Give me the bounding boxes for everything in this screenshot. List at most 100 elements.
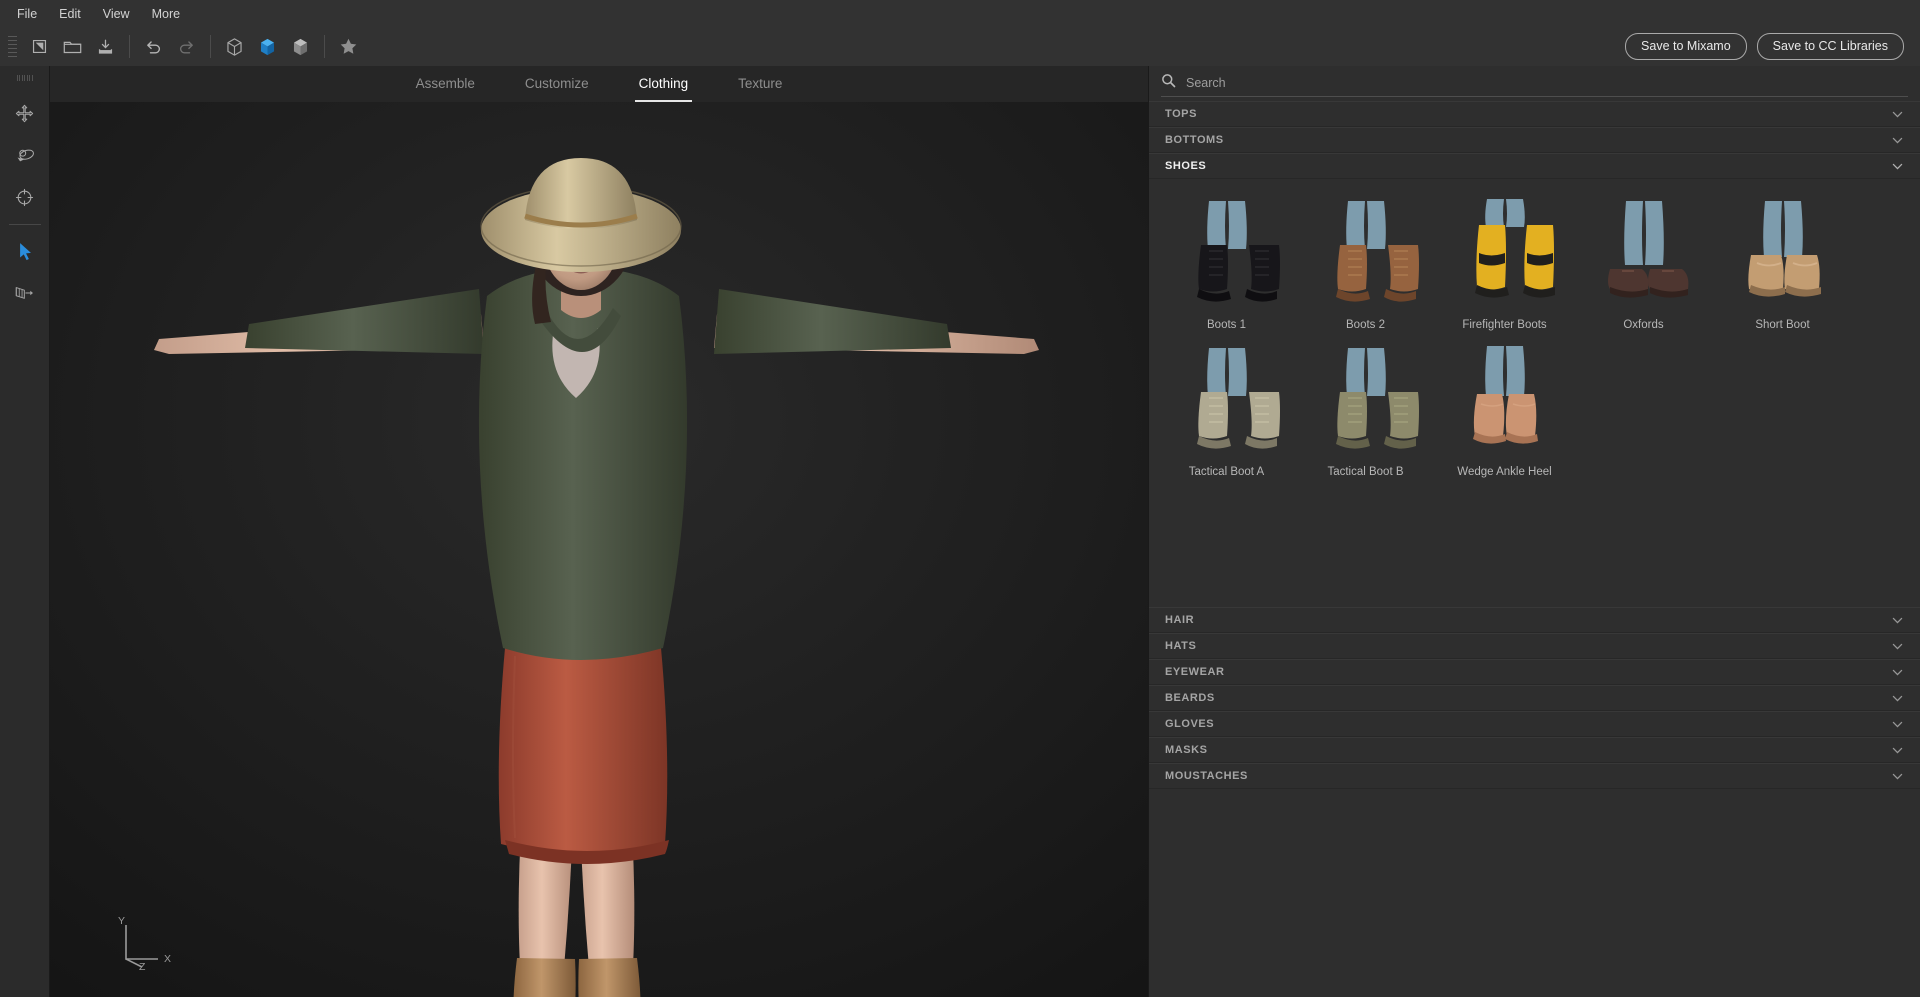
redo-icon[interactable] (170, 32, 203, 62)
shoe-thumbnail (1166, 344, 1288, 452)
shoe-item[interactable]: Firefighter Boots (1435, 193, 1574, 340)
app-body: Assemble Customize Clothing Texture (0, 66, 1920, 997)
section-label-gloves: GLOVES (1165, 718, 1214, 730)
shoe-item[interactable]: Oxfords (1574, 193, 1713, 340)
main-toolbar: Save to Mixamo Save to CC Libraries (0, 27, 1920, 66)
tab-customize[interactable]: Customize (521, 76, 593, 102)
section-label-masks: MASKS (1165, 744, 1207, 756)
section-header-masks[interactable]: MASKS (1149, 737, 1920, 763)
section-body-shoes: Boots 1 Boots 2 (1149, 179, 1920, 607)
section-label-eyewear: EYEWEAR (1165, 666, 1224, 678)
toolbar-separator-2 (210, 35, 211, 58)
tab-texture[interactable]: Texture (734, 76, 786, 102)
grid-filler (1149, 487, 1920, 597)
section-header-hats[interactable]: HATS (1149, 633, 1920, 659)
character-stage[interactable]: Y X Z (50, 102, 1148, 997)
toolbar-drag-handle[interactable] (8, 36, 17, 58)
tab-clothing[interactable]: Clothing (635, 76, 693, 102)
shoe-thumbnail (1722, 197, 1844, 305)
shoe-label: Short Boot (1755, 318, 1809, 332)
section-header-tops[interactable]: TOPS (1149, 101, 1920, 127)
chevron-down-icon (1891, 718, 1904, 731)
asset-panel: TOPS BOTTOMS SHOES (1148, 66, 1920, 997)
shoe-label: Tactical Boot B (1327, 465, 1403, 479)
section-label-tops: TOPS (1165, 108, 1197, 120)
section-header-hair[interactable]: HAIR (1149, 607, 1920, 633)
section-header-shoes[interactable]: SHOES (1149, 153, 1920, 179)
axis-label-x: X (164, 953, 171, 965)
chevron-down-icon (1891, 160, 1904, 173)
asset-sections-scroller[interactable]: TOPS BOTTOMS SHOES (1149, 101, 1920, 997)
search-input[interactable] (1186, 76, 1908, 90)
tab-assemble[interactable]: Assemble (412, 76, 479, 102)
section-label-beards: BEARDS (1165, 692, 1215, 704)
undo-icon[interactable] (137, 32, 170, 62)
axis-label-y: Y (118, 915, 125, 927)
shoe-label: Firefighter Boots (1462, 318, 1546, 332)
chevron-down-icon (1891, 666, 1904, 679)
section-header-eyewear[interactable]: EYEWEAR (1149, 659, 1920, 685)
shoe-label: Oxfords (1623, 318, 1663, 332)
chevron-down-icon (1891, 692, 1904, 705)
shoe-label: Wedge Ankle Heel (1457, 465, 1551, 479)
section-label-shoes: SHOES (1165, 160, 1206, 172)
rail-separator (9, 224, 41, 225)
wireframe-view-icon[interactable] (218, 32, 251, 62)
save-button-group: Save to Mixamo Save to CC Libraries (1625, 27, 1904, 66)
section-label-hats: HATS (1165, 640, 1196, 652)
shoe-item[interactable]: Boots 1 (1157, 193, 1296, 340)
shoe-thumbnail (1166, 197, 1288, 305)
shoe-item[interactable]: Boots 2 (1296, 193, 1435, 340)
move-tool[interactable] (5, 93, 45, 133)
focus-target-tool[interactable] (5, 177, 45, 217)
orbit-tool[interactable] (5, 135, 45, 175)
axis-label-z: Z (139, 961, 145, 973)
chevron-down-icon (1891, 640, 1904, 653)
shoe-item[interactable]: Wedge Ankle Heel (1435, 340, 1574, 487)
section-header-moustaches[interactable]: MOUSTACHES (1149, 763, 1920, 789)
import-icon[interactable] (89, 32, 122, 62)
section-header-gloves[interactable]: GLOVES (1149, 711, 1920, 737)
shoe-label: Boots 2 (1346, 318, 1385, 332)
section-label-bottoms: BOTTOMS (1165, 134, 1224, 146)
toolbar-separator-1 (129, 35, 130, 58)
textured-view-icon[interactable] (284, 32, 317, 62)
section-label-moustaches: MOUSTACHES (1165, 770, 1248, 782)
new-scene-icon[interactable] (23, 32, 56, 62)
menu-view[interactable]: View (92, 4, 141, 24)
search-icon (1161, 73, 1176, 93)
shoe-item[interactable]: Tactical Boot B (1296, 340, 1435, 487)
select-cursor-tool[interactable] (5, 231, 45, 271)
menu-more[interactable]: More (141, 4, 191, 24)
chevron-down-icon (1891, 614, 1904, 627)
chevron-down-icon (1891, 108, 1904, 121)
menu-file[interactable]: File (6, 4, 48, 24)
open-folder-icon[interactable] (56, 32, 89, 62)
shoe-label: Boots 1 (1207, 318, 1246, 332)
favorite-star-icon[interactable] (332, 32, 365, 62)
shoe-thumbnail (1444, 344, 1566, 452)
save-to-cc-libraries-button[interactable]: Save to CC Libraries (1757, 33, 1904, 60)
search-box[interactable] (1161, 71, 1908, 97)
chevron-down-icon (1891, 134, 1904, 147)
mode-tab-bar: Assemble Customize Clothing Texture (50, 66, 1148, 102)
save-to-mixamo-button[interactable]: Save to Mixamo (1625, 33, 1747, 60)
shoes-grid: Boots 1 Boots 2 (1149, 193, 1920, 487)
shoe-thumbnail (1305, 344, 1427, 452)
menu-edit[interactable]: Edit (48, 4, 92, 24)
viewport-3d[interactable]: Assemble Customize Clothing Texture (50, 66, 1148, 997)
search-row (1149, 66, 1920, 101)
shoe-thumbnail (1583, 197, 1705, 305)
camera-perspective-tool[interactable] (5, 273, 45, 313)
shoe-item[interactable]: Tactical Boot A (1157, 340, 1296, 487)
tool-rail (0, 66, 50, 997)
character-model[interactable] (50, 96, 1148, 997)
shoe-thumbnail (1305, 197, 1427, 305)
section-header-beards[interactable]: BEARDS (1149, 685, 1920, 711)
rail-drag-handle[interactable] (17, 75, 33, 81)
shoe-item[interactable]: Short Boot (1713, 193, 1852, 340)
chevron-down-icon (1891, 770, 1904, 783)
shaded-view-icon[interactable] (251, 32, 284, 62)
shoe-label: Tactical Boot A (1189, 465, 1264, 479)
section-header-bottoms[interactable]: BOTTOMS (1149, 127, 1920, 153)
